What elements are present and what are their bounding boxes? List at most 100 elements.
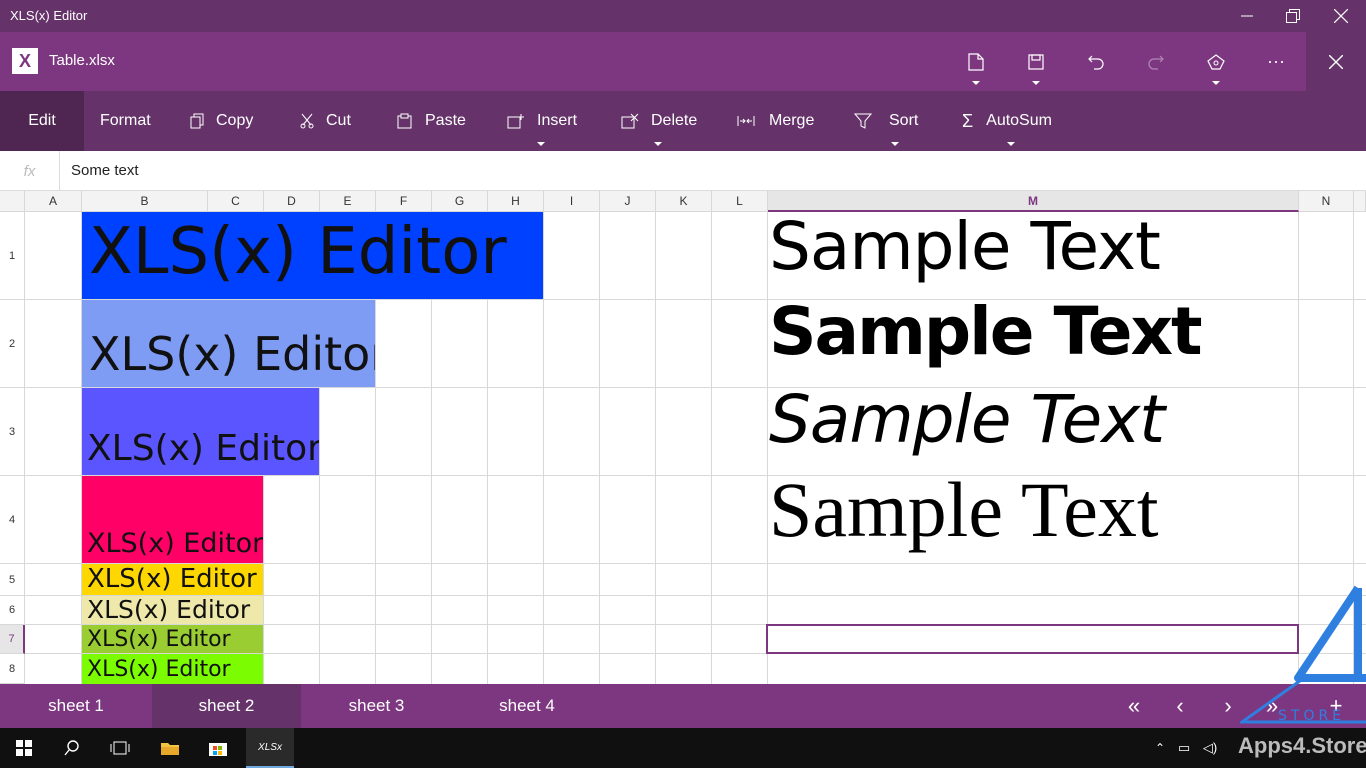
cell-b5[interactable]: XLS(x) Editor [82, 564, 263, 595]
column-header-j[interactable]: J [600, 191, 656, 212]
row-header-7[interactable]: 7 [0, 625, 25, 654]
sheet-tab-4[interactable]: sheet 4 [452, 684, 602, 728]
column-header-l[interactable]: L [712, 191, 768, 212]
cell-m3-text[interactable]: Sample Text [769, 387, 1165, 453]
search-button[interactable] [48, 728, 96, 768]
cell-b8-text: XLS(x) Editor [87, 657, 231, 682]
cell-b3[interactable]: XLS(x) Editor [82, 388, 319, 475]
minimize-button[interactable] [1224, 0, 1270, 32]
column-header-g[interactable]: G [432, 191, 488, 212]
cell-m1-text[interactable]: Sample Text [769, 214, 1161, 280]
column-header-h[interactable]: H [488, 191, 544, 212]
paste-label: Paste [425, 112, 466, 129]
logo-text: STORE [1278, 708, 1345, 724]
row-header-6[interactable]: 6 [0, 596, 25, 625]
cell-b8[interactable]: XLS(x) Editor [82, 654, 263, 684]
sheet-tab-2[interactable]: sheet 2 [152, 684, 301, 728]
selected-cell-m7[interactable] [766, 624, 1299, 654]
store-button[interactable] [194, 728, 242, 768]
cell-b7[interactable]: XLS(x) Editor [82, 625, 263, 653]
file-explorer-button[interactable] [146, 728, 194, 768]
network-icon: ▭ [1177, 740, 1191, 755]
delete-button[interactable]: Delete [621, 91, 697, 151]
cell-b5-text: XLS(x) Editor [87, 564, 257, 594]
undo-button[interactable] [1066, 32, 1126, 91]
column-header-f[interactable]: F [376, 191, 432, 212]
chevron-left-icon: ‹ [1176, 693, 1184, 718]
cut-button[interactable]: Cut [300, 91, 351, 151]
insert-button[interactable]: Insert [507, 91, 577, 151]
column-header-i[interactable]: I [544, 191, 600, 212]
tab-format[interactable]: Format [100, 91, 151, 151]
network-button[interactable]: ▭ [1172, 728, 1196, 768]
column-header-o[interactable] [1354, 191, 1366, 212]
row-header-8[interactable]: 8 [0, 654, 25, 684]
speaker-icon: ◁) [1202, 740, 1218, 755]
task-view-button[interactable] [96, 728, 144, 768]
row-header-3[interactable]: 3 [0, 388, 25, 476]
close-icon [1334, 9, 1348, 23]
select-all-corner[interactable] [0, 191, 25, 212]
xlsx-app-button[interactable]: XLSx [246, 728, 294, 768]
close-window-button[interactable] [1318, 0, 1364, 32]
share-button[interactable] [1186, 32, 1246, 91]
cell-m2-text[interactable]: Sample Text [769, 299, 1203, 365]
cell-m4-text[interactable]: Sample Text [769, 471, 1159, 549]
column-header-d[interactable]: D [264, 191, 320, 212]
double-chevron-left-icon: « [1127, 693, 1141, 718]
formula-input[interactable]: Some text [71, 162, 139, 179]
row-header-1[interactable]: 1 [0, 212, 25, 300]
more-button[interactable]: ··· [1246, 32, 1306, 91]
search-icon [64, 740, 79, 756]
first-sheet-button[interactable]: « [1114, 684, 1154, 728]
start-button[interactable] [0, 728, 48, 768]
cell-b2-text: XLS(x) Editor [89, 327, 375, 381]
cell-b4[interactable]: XLS(x) Editor [82, 476, 263, 563]
column-header-e[interactable]: E [320, 191, 376, 212]
window-title: XLS(x) Editor [10, 8, 88, 23]
paste-icon [397, 113, 412, 129]
cell-b7-text: XLS(x) Editor [87, 627, 231, 652]
paste-button[interactable]: Paste [397, 91, 466, 151]
close-icon [1329, 54, 1343, 69]
tab-edit[interactable]: Edit [0, 91, 84, 151]
restore-icon [1286, 9, 1300, 23]
apps4-store-logo: STORE [1240, 585, 1366, 724]
previous-sheet-button[interactable]: ‹ [1160, 684, 1200, 728]
sheet-tab-1[interactable]: sheet 1 [0, 684, 152, 728]
taskbar: XLSx ⌃ ▭ ◁) [0, 728, 1366, 768]
tab-format-label: Format [100, 112, 151, 129]
column-header-n[interactable]: N [1299, 191, 1354, 212]
sort-button[interactable]: Sort [854, 91, 918, 151]
spreadsheet-grid[interactable]: A B C D E F G H I J K L M N 1 2 3 4 5 6 … [0, 191, 1366, 684]
cell-b1[interactable]: XLS(x) Editor [82, 212, 543, 299]
row-header-5[interactable]: 5 [0, 564, 25, 596]
autosum-button[interactable]: Σ AutoSum [962, 91, 1052, 151]
column-header-c[interactable]: C [208, 191, 264, 212]
row-header-2[interactable]: 2 [0, 300, 25, 388]
show-hidden-icons-button[interactable]: ⌃ [1150, 728, 1170, 768]
sheet-tab-3[interactable]: sheet 3 [301, 684, 452, 728]
save-button[interactable] [1006, 32, 1066, 91]
task-view-icon [110, 741, 130, 755]
copy-button[interactable]: Copy [190, 91, 253, 151]
row-header-4[interactable]: 4 [0, 476, 25, 564]
cell-b4-text: XLS(x) Editor [87, 528, 263, 559]
redo-button[interactable] [1126, 32, 1186, 91]
cell-b6[interactable]: XLS(x) Editor [82, 596, 263, 624]
merge-label: Merge [769, 112, 815, 129]
volume-button[interactable]: ◁) [1198, 728, 1222, 768]
column-header-a[interactable]: A [25, 191, 82, 212]
copy-label: Copy [216, 112, 254, 129]
column-header-k[interactable]: K [656, 191, 712, 212]
restore-button[interactable] [1270, 0, 1316, 32]
cell-b2[interactable]: XLS(x) Editor [82, 300, 375, 387]
column-header-b[interactable]: B [82, 191, 208, 212]
minimize-icon [1241, 15, 1253, 17]
new-file-button[interactable] [946, 32, 1006, 91]
watermark-text: Apps4.Store [1238, 733, 1366, 758]
undo-icon [1088, 55, 1104, 70]
merge-button[interactable]: Merge [737, 91, 814, 151]
sort-label: Sort [889, 112, 919, 129]
close-document-button[interactable] [1306, 32, 1366, 91]
